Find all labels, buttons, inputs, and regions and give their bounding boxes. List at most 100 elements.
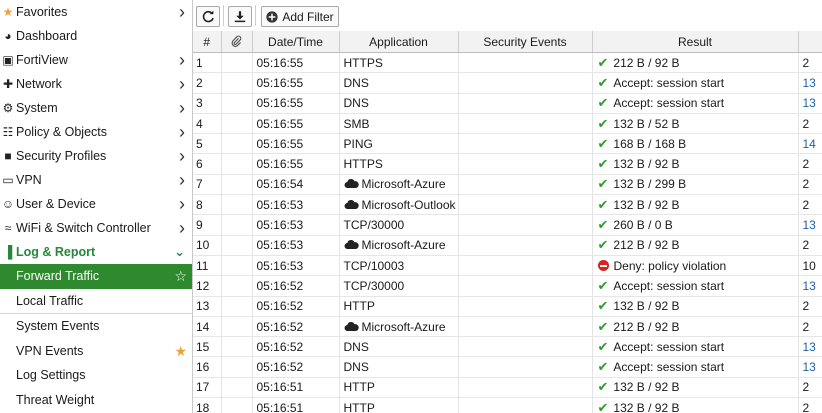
sidebar-item-security-profiles[interactable]: ■ Security Profiles › bbox=[0, 144, 192, 168]
sidebar-subitem-system-events[interactable]: System Events bbox=[0, 314, 192, 339]
refresh-icon bbox=[202, 10, 214, 23]
table-row[interactable]: 7 05:16:54 Microsoft-Azure ✔ 132 B / 299 B 2 bbox=[193, 174, 822, 196]
sidebar-item-label: Favorites bbox=[16, 5, 68, 19]
extra-cell[interactable]: 13 bbox=[798, 336, 822, 358]
sidebar-subitem-log-settings[interactable]: Log Settings bbox=[0, 363, 192, 388]
extra-cell[interactable]: 13 bbox=[798, 72, 822, 94]
table-row[interactable]: 15 05:16:52 DNS ✔ Accept: session start 13 bbox=[193, 336, 822, 358]
extra-cell[interactable]: 14 bbox=[798, 133, 822, 155]
datetime-cell: 05:16:53 bbox=[252, 235, 340, 256]
star-icon: ★ bbox=[2, 5, 14, 19]
result-text: 212 B / 92 B bbox=[613, 55, 680, 70]
column-header-number[interactable]: # bbox=[193, 31, 222, 53]
column-header-application[interactable]: Application bbox=[339, 31, 459, 53]
row-number: 4 bbox=[193, 113, 222, 135]
row-number: 5 bbox=[193, 133, 222, 155]
sidebar-item-label: VPN bbox=[16, 173, 42, 187]
add-filter-button[interactable]: Add Filter bbox=[261, 6, 339, 27]
favorite-star-outline-icon[interactable]: ☆ bbox=[174, 264, 187, 289]
column-header-security-events[interactable]: Security Events bbox=[458, 31, 593, 53]
sidebar-item-fortiview[interactable]: ▣ FortiView › bbox=[0, 48, 192, 72]
application-name: HTTP bbox=[343, 400, 375, 413]
sidebar-subitem-threat-weight[interactable]: Threat Weight bbox=[0, 388, 192, 413]
sidebar-subitem-vpn-events[interactable]: VPN Events ★ bbox=[0, 339, 192, 364]
check-icon: ✔ bbox=[597, 237, 609, 253]
datetime-cell: 05:16:51 bbox=[252, 397, 340, 413]
favorite-star-filled-icon[interactable]: ★ bbox=[174, 339, 187, 364]
check-icon: ✔ bbox=[597, 359, 609, 375]
datetime-cell: 05:16:53 bbox=[252, 214, 340, 236]
table-row[interactable]: 8 05:16:53 Microsoft-Outlook ✔ 132 B / 92 B 2 bbox=[193, 194, 822, 216]
extra-cell[interactable]: 13 bbox=[798, 356, 822, 378]
table-row[interactable]: 11 05:16:53 TCP/10003 Deny: policy violatio… bbox=[193, 255, 822, 277]
extra-cell[interactable]: 13 bbox=[798, 214, 822, 236]
sidebar-item-label: Security Profiles bbox=[16, 149, 107, 163]
log-table: # Date/Time Application Security Events … bbox=[193, 31, 822, 413]
security-events-cell bbox=[458, 93, 593, 114]
table-row[interactable]: 10 05:16:53 Microsoft-Azure ✔ 212 B / 92 B 2 bbox=[193, 235, 822, 256]
sidebar-item-wifi-switch-controller[interactable]: ≈ WiFi & Switch Controller › bbox=[0, 216, 192, 240]
datetime-cell: 05:16:52 bbox=[252, 336, 340, 358]
sidebar-item-label: WiFi & Switch Controller bbox=[16, 221, 151, 235]
extra-cell: 2 bbox=[798, 377, 822, 399]
application-name: HTTPS bbox=[343, 157, 383, 172]
attachment-cell bbox=[221, 255, 253, 277]
security-events-cell bbox=[458, 174, 593, 196]
result-text: 132 B / 52 B bbox=[613, 116, 680, 131]
refresh-button[interactable] bbox=[196, 6, 220, 27]
result-text: 132 B / 92 B bbox=[613, 400, 680, 413]
table-row[interactable]: 16 05:16:52 DNS ✔ Accept: session start 13 bbox=[193, 356, 822, 378]
column-header-datetime[interactable]: Date/Time bbox=[252, 31, 340, 53]
table-row[interactable]: 9 05:16:53 TCP/30000 ✔ 260 B / 0 B 13 bbox=[193, 214, 822, 236]
table-row[interactable]: 18 05:16:51 HTTP ✔ 132 B / 92 B 2 bbox=[193, 397, 822, 413]
check-icon: ✔ bbox=[597, 338, 609, 354]
sidebar-item-log-report[interactable]: ▐ Log & Report ⌄ bbox=[0, 240, 192, 264]
table-row[interactable]: 6 05:16:55 HTTPS ✔ 132 B / 92 B 2 bbox=[193, 153, 822, 175]
row-number: 2 bbox=[193, 72, 222, 94]
application-cell: Microsoft-Outlook bbox=[339, 194, 459, 216]
application-cell: DNS bbox=[339, 93, 459, 114]
table-row[interactable]: 1 05:16:55 HTTPS ✔ 212 B / 92 B 2 bbox=[193, 52, 822, 74]
gear-icon: ⚙ bbox=[2, 101, 14, 115]
datetime-cell: 05:16:55 bbox=[252, 133, 340, 155]
sidebar-item-favorites[interactable]: ★ Favorites › bbox=[0, 0, 192, 24]
sidebar-subitem-local-traffic[interactable]: Local Traffic bbox=[0, 289, 192, 314]
result-text: Accept: session start bbox=[613, 75, 725, 90]
sidebar-item-network[interactable]: ✚ Network › bbox=[0, 72, 192, 96]
table-row[interactable]: 12 05:16:52 TCP/30000 ✔ Accept: session star… bbox=[193, 275, 822, 297]
table-row[interactable]: 2 05:16:55 DNS ✔ Accept: session start 13 bbox=[193, 72, 822, 94]
chevron-right-icon: › bbox=[179, 146, 185, 166]
download-button[interactable] bbox=[228, 6, 252, 27]
check-icon: ✔ bbox=[597, 135, 609, 151]
extra-cell: 2 bbox=[798, 194, 822, 216]
row-number: 15 bbox=[193, 336, 222, 358]
table-row[interactable]: 3 05:16:55 DNS ✔ Accept: session start 13 bbox=[193, 93, 822, 114]
sidebar-subitem-forward-traffic[interactable]: Forward Traffic ☆ bbox=[0, 264, 192, 289]
column-header-attachment[interactable] bbox=[221, 31, 253, 53]
application-name: DNS bbox=[343, 96, 369, 111]
sidebar-item-policy-objects[interactable]: ☷ Policy & Objects › bbox=[0, 120, 192, 144]
application-cell: TCP/10003 bbox=[339, 255, 459, 277]
table-row[interactable]: 13 05:16:52 HTTP ✔ 132 B / 92 B 2 bbox=[193, 296, 822, 317]
sidebar-item-dashboard[interactable]: ◕ Dashboard bbox=[0, 24, 192, 48]
column-header-result[interactable]: Result bbox=[592, 31, 799, 53]
column-header-extra[interactable] bbox=[798, 31, 822, 53]
sidebar-item-vpn[interactable]: ▭ VPN › bbox=[0, 168, 192, 192]
extra-cell[interactable]: 13 bbox=[798, 275, 822, 297]
check-icon: ✔ bbox=[597, 318, 609, 334]
application-name: DNS bbox=[343, 360, 369, 375]
table-row[interactable]: 17 05:16:51 HTTP ✔ 132 B / 92 B 2 bbox=[193, 377, 822, 399]
table-row[interactable]: 4 05:16:55 SMB ✔ 132 B / 52 B 2 bbox=[193, 113, 822, 135]
chevron-down-icon: ⌄ bbox=[174, 244, 185, 259]
application-name: HTTP bbox=[343, 299, 375, 314]
sidebar-item-system[interactable]: ⚙ System › bbox=[0, 96, 192, 120]
security-events-cell bbox=[458, 275, 593, 297]
attachment-cell bbox=[221, 194, 253, 216]
application-cell: DNS bbox=[339, 356, 459, 378]
extra-cell[interactable]: 13 bbox=[798, 93, 822, 114]
table-row[interactable]: 14 05:16:52 Microsoft-Azure ✔ 212 B / 92 B 2 bbox=[193, 316, 822, 338]
application-name: HTTP bbox=[343, 380, 375, 395]
datetime-cell: 05:16:53 bbox=[252, 194, 340, 216]
sidebar-item-user-device[interactable]: ☺ User & Device › bbox=[0, 192, 192, 216]
table-row[interactable]: 5 05:16:55 PING ✔ 168 B / 168 B 14 bbox=[193, 133, 822, 155]
